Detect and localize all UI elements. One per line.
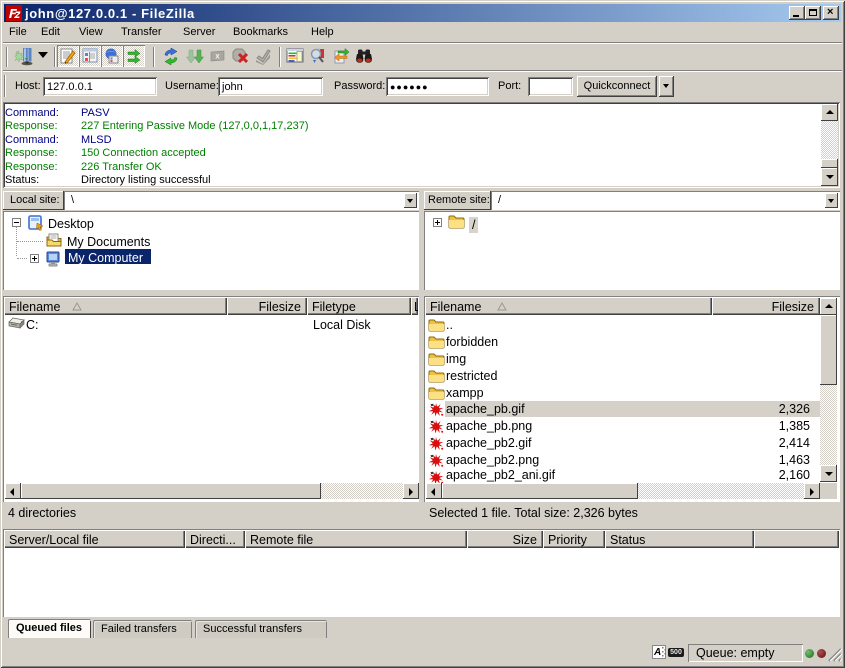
- svg-text:x: x: [215, 52, 220, 61]
